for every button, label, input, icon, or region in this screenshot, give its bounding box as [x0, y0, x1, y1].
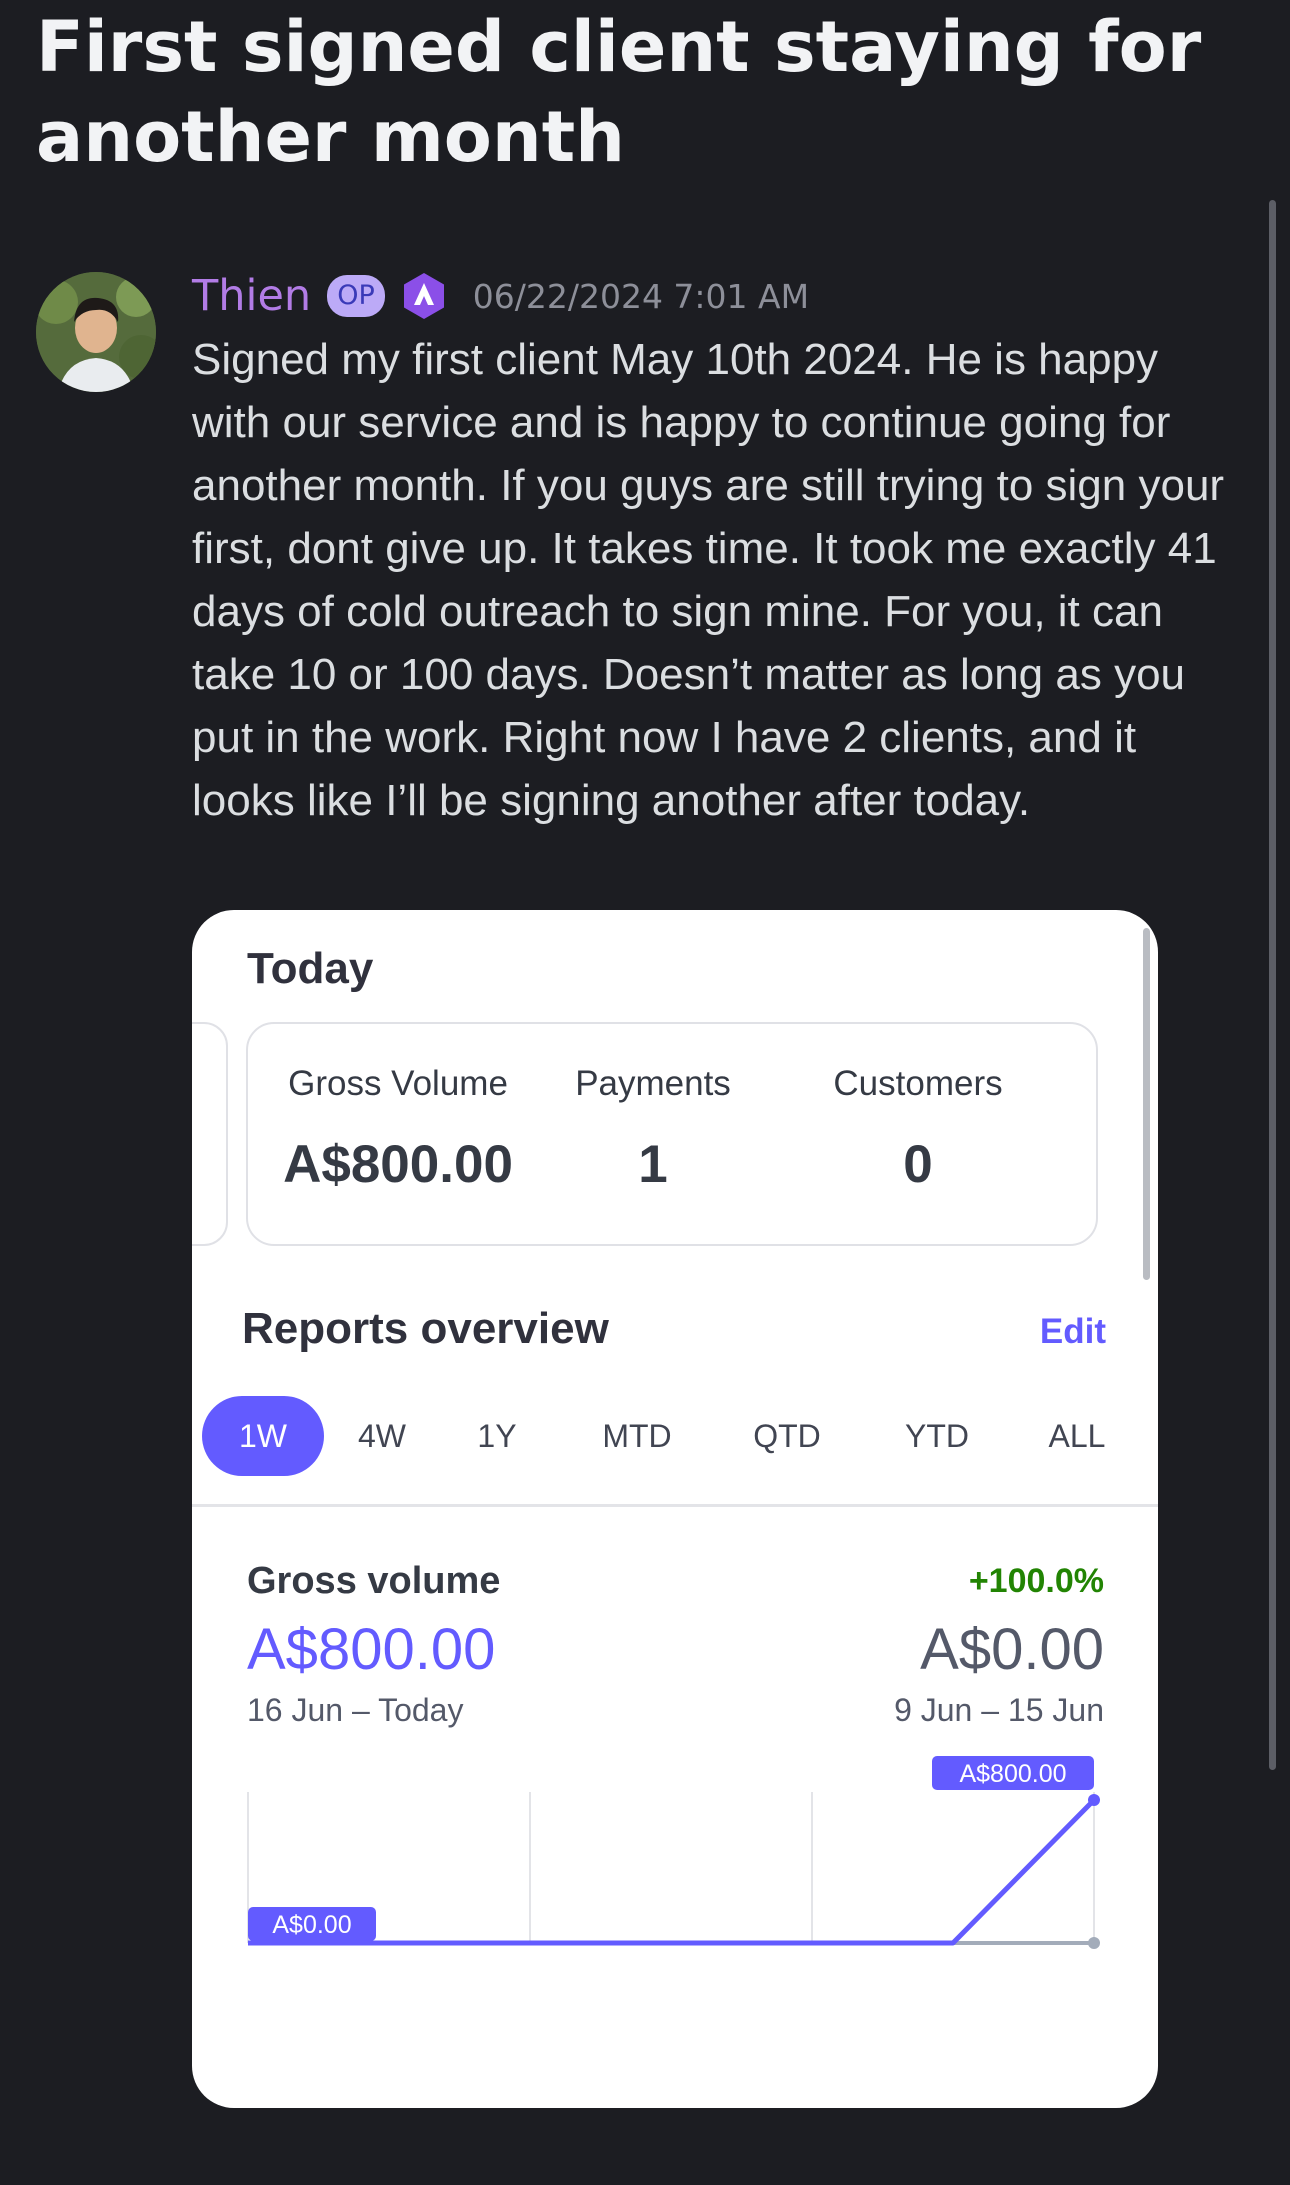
avatar[interactable] — [36, 272, 156, 392]
tab-1w[interactable]: 1W — [202, 1396, 324, 1476]
message-header: Thien OP 06/22/2024 7:01 AM — [192, 266, 809, 326]
author-name[interactable]: Thien — [192, 271, 311, 321]
chart-point-current-end — [1088, 1794, 1100, 1806]
tab-qtd[interactable]: QTD — [737, 1396, 837, 1476]
dashboard-screenshot: Today Gross Volume A$800.00 Payments 1 C… — [192, 910, 1158, 2108]
change-percent: +100.0% — [968, 1562, 1104, 1600]
stat-gross-volume: Gross Volume A$800.00 — [278, 1064, 518, 1195]
chart-point-previous-end — [1088, 1937, 1100, 1949]
stat-customers: Customers 0 — [818, 1064, 1018, 1195]
previous-value: A$0.00 — [920, 1617, 1104, 1682]
message-body: Signed my first client May 10th 2024. He… — [192, 335, 1225, 825]
period-tabs: 1W 4W 1Y MTD QTD YTD ALL — [192, 1396, 1158, 1476]
chart-label-end: A$800.00 — [959, 1760, 1066, 1788]
page-scrollbar[interactable] — [1269, 200, 1276, 1770]
edit-link[interactable]: Edit — [1040, 1312, 1106, 1352]
stats-card[interactable]: Gross Volume A$800.00 Payments 1 Custome… — [246, 1022, 1098, 1246]
card-scrollbar — [1143, 928, 1150, 1280]
stat-value: 0 — [903, 1135, 933, 1194]
gross-volume-value: A$800.00 — [247, 1617, 496, 1682]
today-heading: Today — [247, 944, 374, 993]
gross-volume-label: Gross volume — [247, 1560, 501, 1602]
stat-label: Payments — [575, 1064, 731, 1103]
divider — [192, 1504, 1158, 1507]
purple-hexagon-logo-icon[interactable] — [399, 271, 449, 321]
stat-label: Customers — [833, 1064, 1003, 1103]
post-title: First signed client staying for another … — [36, 6, 1202, 178]
tab-ytd[interactable]: YTD — [887, 1396, 987, 1476]
reports-heading: Reports overview — [242, 1304, 609, 1353]
gross-volume-chart: A$0.00 A$800.00 — [247, 1756, 1100, 1949]
stat-label: Gross Volume — [288, 1064, 508, 1103]
stat-value: 1 — [638, 1135, 668, 1194]
timestamp: 06/22/2024 7:01 AM — [472, 276, 810, 316]
tab-mtd[interactable]: MTD — [587, 1396, 687, 1476]
stat-payments: Payments 1 — [558, 1064, 748, 1195]
tab-all[interactable]: ALL — [1032, 1396, 1122, 1476]
stat-value: A$800.00 — [283, 1135, 513, 1194]
previous-range: 9 Jun – 15 Jun — [894, 1692, 1104, 1728]
gross-volume-range: 16 Jun – Today — [247, 1692, 464, 1728]
op-badge: OP — [327, 275, 385, 317]
previous-card — [192, 1022, 228, 1246]
tab-4w[interactable]: 4W — [342, 1396, 422, 1476]
chart-label-start: A$0.00 — [272, 1911, 351, 1939]
tab-1y[interactable]: 1Y — [462, 1396, 532, 1476]
avatar-photo-icon — [36, 272, 156, 392]
